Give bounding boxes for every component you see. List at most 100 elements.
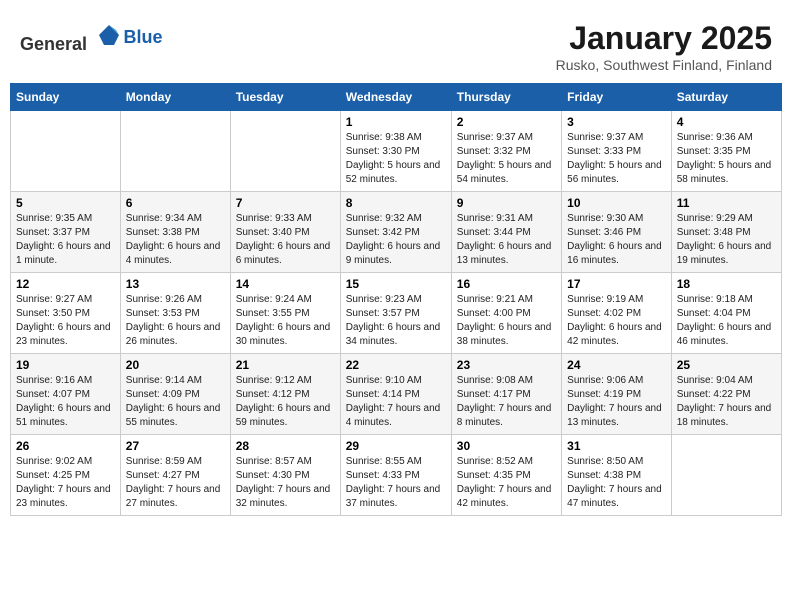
day-number: 14 — [236, 277, 335, 291]
day-header-friday: Friday — [562, 84, 672, 111]
day-info: Sunrise: 9:34 AM Sunset: 3:38 PM Dayligh… — [126, 212, 225, 268]
calendar-cell: 29Sunrise: 8:55 AM Sunset: 4:33 PM Dayli… — [340, 435, 451, 516]
calendar-cell: 12 Sunrise: 9:27 AM Sunset: 3:50 PM Dayli… — [11, 273, 121, 354]
day-info: Sunrise: 9:26 AM Sunset: 3:53 PM Dayligh… — [126, 293, 225, 349]
day-info: Sunrise: 9:19 AM Sunset: 4:02 PM Dayligh… — [567, 293, 666, 349]
calendar-week-row: 19 Sunrise: 9:16 AM Sunset: 4:07 PM Dayli… — [11, 354, 782, 435]
day-header-saturday: Saturday — [671, 84, 781, 111]
calendar-week-row: 12 Sunrise: 9:27 AM Sunset: 3:50 PM Dayli… — [11, 273, 782, 354]
calendar-cell: 27Sunrise: 8:59 AM Sunset: 4:27 PM Dayli… — [120, 435, 230, 516]
day-number: 13 — [126, 277, 225, 291]
day-info: Sunrise: 9:30 AM Sunset: 3:46 PM Dayligh… — [567, 212, 666, 268]
day-info: Sunrise: 9:29 AM Sunset: 3:48 PM Dayligh… — [677, 212, 776, 268]
day-number: 30 — [457, 439, 556, 453]
calendar-cell: 23 Sunrise: 9:08 AM Sunset: 4:17 PM Dayli… — [451, 354, 561, 435]
day-info: Sunrise: 9:37 AM Sunset: 3:32 PM Dayligh… — [457, 131, 556, 187]
day-info: Sunrise: 9:18 AM Sunset: 4:04 PM Dayligh… — [677, 293, 776, 349]
calendar-cell: 10 Sunrise: 9:30 AM Sunset: 3:46 PM Dayli… — [562, 192, 672, 273]
day-header-thursday: Thursday — [451, 84, 561, 111]
calendar-cell — [120, 111, 230, 192]
day-number: 28 — [236, 439, 335, 453]
day-info: Sunrise: 9:37 AM Sunset: 3:33 PM Dayligh… — [567, 131, 666, 187]
calendar-cell: 3Sunrise: 9:37 AM Sunset: 3:33 PM Daylig… — [562, 111, 672, 192]
day-info: Sunrise: 9:35 AM Sunset: 3:37 PM Dayligh… — [16, 212, 115, 268]
day-info: Sunrise: 9:27 AM Sunset: 3:50 PM Dayligh… — [16, 293, 115, 349]
calendar-week-row: 26Sunrise: 9:02 AM Sunset: 4:25 PM Dayli… — [11, 435, 782, 516]
day-info: Sunrise: 9:21 AM Sunset: 4:00 PM Dayligh… — [457, 293, 556, 349]
calendar-cell: 17 Sunrise: 9:19 AM Sunset: 4:02 PM Dayli… — [562, 273, 672, 354]
calendar-title: January 2025 — [556, 20, 772, 57]
calendar-cell: 20 Sunrise: 9:14 AM Sunset: 4:09 PM Dayli… — [120, 354, 230, 435]
day-info: Sunrise: 8:50 AM Sunset: 4:38 PM Dayligh… — [567, 455, 666, 511]
day-number: 5 — [16, 196, 115, 210]
logo-general-text: General — [20, 34, 87, 54]
calendar-cell: 9Sunrise: 9:31 AM Sunset: 3:44 PM Daylig… — [451, 192, 561, 273]
header: General Blue January 2025 Rusko, Southwe… — [10, 10, 782, 78]
day-number: 21 — [236, 358, 335, 372]
day-info: Sunrise: 9:10 AM Sunset: 4:14 PM Dayligh… — [346, 374, 446, 430]
day-number: 17 — [567, 277, 666, 291]
day-number: 4 — [677, 115, 776, 129]
day-info: Sunrise: 8:57 AM Sunset: 4:30 PM Dayligh… — [236, 455, 335, 511]
calendar-cell: 8 Sunrise: 9:32 AM Sunset: 3:42 PM Daylig… — [340, 192, 451, 273]
day-number: 29 — [346, 439, 446, 453]
calendar-cell: 6 Sunrise: 9:34 AM Sunset: 3:38 PM Daylig… — [120, 192, 230, 273]
calendar-cell: 25Sunrise: 9:04 AM Sunset: 4:22 PM Dayli… — [671, 354, 781, 435]
day-header-sunday: Sunday — [11, 84, 121, 111]
day-number: 23 — [457, 358, 556, 372]
day-number: 15 — [346, 277, 446, 291]
calendar-cell: 31 Sunrise: 8:50 AM Sunset: 4:38 PM Dayli… — [562, 435, 672, 516]
day-number: 8 — [346, 196, 446, 210]
day-header-monday: Monday — [120, 84, 230, 111]
calendar-cell: 22 Sunrise: 9:10 AM Sunset: 4:14 PM Dayli… — [340, 354, 451, 435]
calendar-week-row: 5 Sunrise: 9:35 AM Sunset: 3:37 PM Daylig… — [11, 192, 782, 273]
calendar-cell: 13 Sunrise: 9:26 AM Sunset: 3:53 PM Dayli… — [120, 273, 230, 354]
calendar-header-row: SundayMondayTuesdayWednesdayThursdayFrid… — [11, 84, 782, 111]
calendar-cell: 26Sunrise: 9:02 AM Sunset: 4:25 PM Dayli… — [11, 435, 121, 516]
day-number: 16 — [457, 277, 556, 291]
calendar-table: SundayMondayTuesdayWednesdayThursdayFrid… — [10, 83, 782, 516]
day-info: Sunrise: 8:52 AM Sunset: 4:35 PM Dayligh… — [457, 455, 556, 511]
day-info: Sunrise: 9:06 AM Sunset: 4:19 PM Dayligh… — [567, 374, 666, 430]
calendar-cell: 5 Sunrise: 9:35 AM Sunset: 3:37 PM Daylig… — [11, 192, 121, 273]
logo-icon — [94, 20, 124, 50]
day-number: 9 — [457, 196, 556, 210]
calendar-cell: 24 Sunrise: 9:06 AM Sunset: 4:19 PM Dayli… — [562, 354, 672, 435]
calendar-cell: 16 Sunrise: 9:21 AM Sunset: 4:00 PM Dayli… — [451, 273, 561, 354]
day-info: Sunrise: 9:16 AM Sunset: 4:07 PM Dayligh… — [16, 374, 115, 430]
day-number: 24 — [567, 358, 666, 372]
day-info: Sunrise: 9:23 AM Sunset: 3:57 PM Dayligh… — [346, 293, 446, 349]
calendar-cell: 18Sunrise: 9:18 AM Sunset: 4:04 PM Dayli… — [671, 273, 781, 354]
calendar-cell: 7Sunrise: 9:33 AM Sunset: 3:40 PM Daylig… — [230, 192, 340, 273]
logo: General Blue — [20, 20, 163, 55]
day-number: 22 — [346, 358, 446, 372]
calendar-subtitle: Rusko, Southwest Finland, Finland — [556, 57, 772, 73]
day-number: 25 — [677, 358, 776, 372]
day-info: Sunrise: 9:08 AM Sunset: 4:17 PM Dayligh… — [457, 374, 556, 430]
day-number: 19 — [16, 358, 115, 372]
day-info: Sunrise: 9:02 AM Sunset: 4:25 PM Dayligh… — [16, 455, 115, 511]
day-info: Sunrise: 9:24 AM Sunset: 3:55 PM Dayligh… — [236, 293, 335, 349]
calendar-week-row: 1Sunrise: 9:38 AM Sunset: 3:30 PM Daylig… — [11, 111, 782, 192]
day-info: Sunrise: 9:14 AM Sunset: 4:09 PM Dayligh… — [126, 374, 225, 430]
day-info: Sunrise: 9:33 AM Sunset: 3:40 PM Dayligh… — [236, 212, 335, 268]
day-number: 12 — [16, 277, 115, 291]
day-number: 10 — [567, 196, 666, 210]
calendar-cell: 21 Sunrise: 9:12 AM Sunset: 4:12 PM Dayli… — [230, 354, 340, 435]
calendar-cell: 30 Sunrise: 8:52 AM Sunset: 4:35 PM Dayli… — [451, 435, 561, 516]
calendar-cell — [11, 111, 121, 192]
day-header-tuesday: Tuesday — [230, 84, 340, 111]
title-area: January 2025 Rusko, Southwest Finland, F… — [556, 20, 772, 73]
calendar-cell: 4 Sunrise: 9:36 AM Sunset: 3:35 PM Daylig… — [671, 111, 781, 192]
day-number: 27 — [126, 439, 225, 453]
day-number: 6 — [126, 196, 225, 210]
calendar-cell — [671, 435, 781, 516]
day-number: 31 — [567, 439, 666, 453]
calendar-cell: 1Sunrise: 9:38 AM Sunset: 3:30 PM Daylig… — [340, 111, 451, 192]
day-info: Sunrise: 9:32 AM Sunset: 3:42 PM Dayligh… — [346, 212, 446, 268]
day-number: 20 — [126, 358, 225, 372]
day-info: Sunrise: 9:36 AM Sunset: 3:35 PM Dayligh… — [677, 131, 776, 187]
day-info: Sunrise: 9:12 AM Sunset: 4:12 PM Dayligh… — [236, 374, 335, 430]
day-header-wednesday: Wednesday — [340, 84, 451, 111]
calendar-cell: 11Sunrise: 9:29 AM Sunset: 3:48 PM Dayli… — [671, 192, 781, 273]
